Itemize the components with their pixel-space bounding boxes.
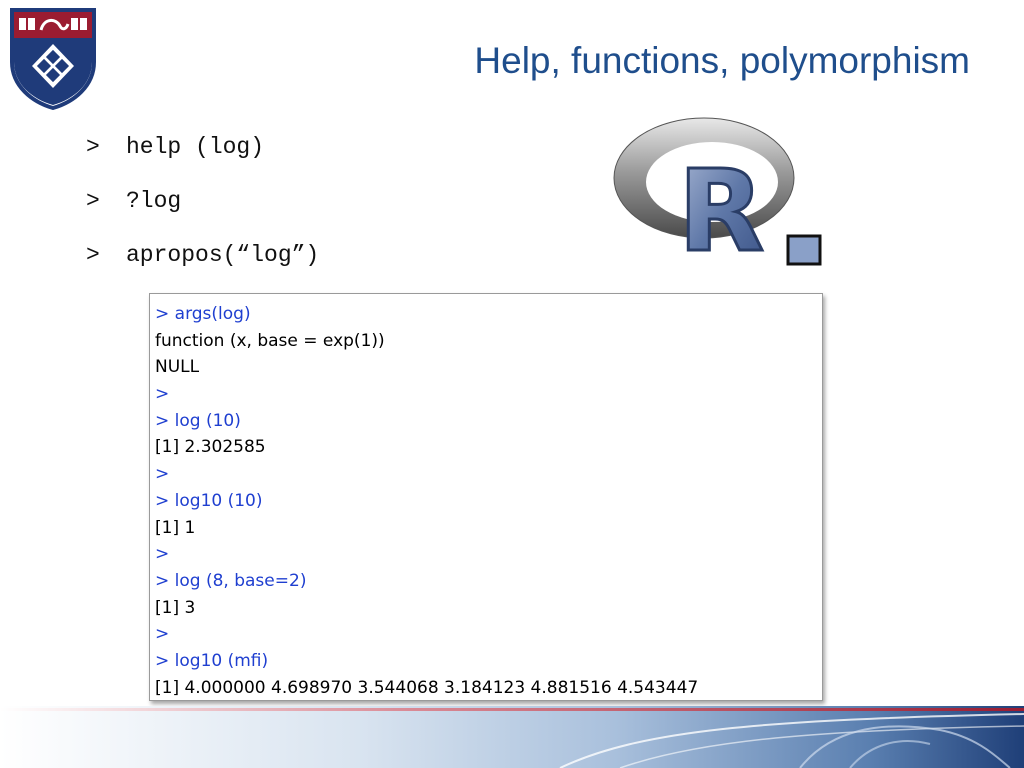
penn-shield-icon xyxy=(10,8,96,110)
command-item: > apropos(“log”) xyxy=(86,238,319,292)
console-prompt: > xyxy=(155,464,170,485)
prompt-symbol: > xyxy=(86,188,100,214)
r-console-output: > args(log) function (x, base = exp(1)) NU… xyxy=(149,293,823,701)
console-text: [1] 3 xyxy=(155,597,196,618)
console-prompt: > xyxy=(155,650,170,671)
command-text: help (log) xyxy=(126,134,265,160)
console-input-line: > log10 (mfi) xyxy=(155,648,822,675)
console-output-line: NULL xyxy=(155,354,822,381)
console-prompt: > xyxy=(155,410,170,431)
console-text: args(log) xyxy=(169,304,251,324)
command-item: > help (log) xyxy=(86,130,319,184)
console-input-line: > xyxy=(155,541,822,568)
console-text: NULL xyxy=(155,357,200,378)
console-prompt: > xyxy=(155,544,170,565)
footer-band xyxy=(0,706,1024,768)
r-logo-letter: R xyxy=(678,147,764,268)
console-input-line: > log (10) xyxy=(155,408,822,435)
console-text: [1] 1 xyxy=(155,517,196,538)
console-input-line: > xyxy=(155,381,822,408)
command-text: apropos(“log”) xyxy=(126,242,320,268)
console-prompt: > xyxy=(155,570,170,591)
console-input-line: > args(log) xyxy=(155,301,822,328)
console-prompt: > xyxy=(155,304,170,324)
console-text: log (10) xyxy=(169,410,241,431)
command-list: > help (log) > ?log > apropos(“log”) xyxy=(86,130,319,292)
prompt-symbol: > xyxy=(86,134,100,160)
console-output-line: [1] 3 xyxy=(155,595,822,622)
console-text: [1] 4.000000 4.698970 3.544068 3.184123 … xyxy=(155,677,699,698)
command-text: ?log xyxy=(126,188,182,214)
slide-title: Help, functions, polymorphism xyxy=(474,40,970,81)
console-text: log (8, base=2) xyxy=(169,570,307,591)
console-prompt: > xyxy=(155,490,170,511)
console-prompt: > xyxy=(155,384,170,405)
console-input-line: > xyxy=(155,461,822,488)
r-logo-icon: R xyxy=(613,117,822,268)
console-text: function (x, base = exp(1)) xyxy=(155,330,385,351)
command-item: > ?log xyxy=(86,184,319,238)
console-input-line: > log (8, base=2) xyxy=(155,568,822,595)
console-text: log10 (mfi) xyxy=(169,650,269,671)
console-output-line: [1] 4.000000 4.698970 3.544068 3.184123 … xyxy=(155,675,822,702)
console-input-line: > xyxy=(155,621,822,648)
console-output-line: [1] 2.302585 xyxy=(155,434,822,461)
console-output-line: [1] 1 xyxy=(155,515,822,542)
console-text: log10 (10) xyxy=(169,490,263,511)
console-input-line: > log10 (10) xyxy=(155,488,822,515)
console-prompt: > xyxy=(155,624,170,645)
console-output-line: function (x, base = exp(1)) xyxy=(155,328,822,355)
prompt-symbol: > xyxy=(86,242,100,268)
console-text: [1] 2.302585 xyxy=(155,437,266,458)
